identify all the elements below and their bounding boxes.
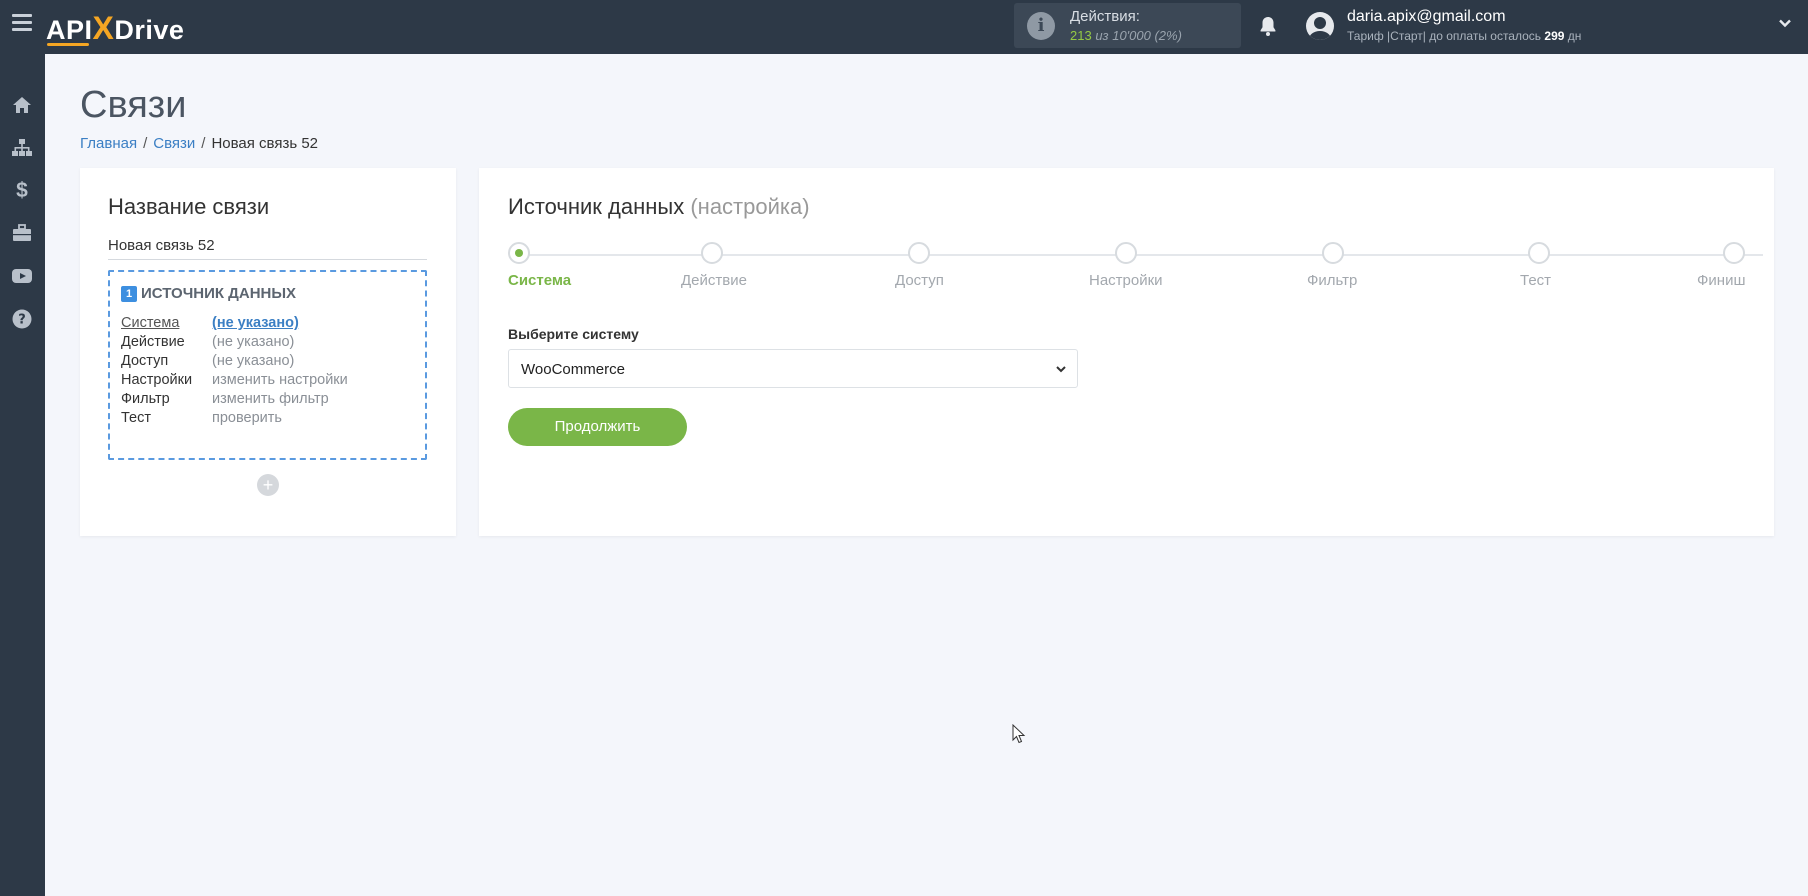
source-row-action: Действие (не указано): [121, 334, 294, 350]
step-dot-access[interactable]: [908, 242, 930, 264]
logo-drive: Drive: [114, 15, 185, 45]
actions-count: 213 из 10'000 (2%): [1070, 28, 1182, 43]
logo-x: X: [92, 10, 115, 46]
row-label: Тест: [121, 410, 151, 426]
step-label-test[interactable]: Тест: [1520, 272, 1551, 289]
setup-title-main: Источник данных: [508, 194, 685, 219]
step-dot-settings[interactable]: [1115, 242, 1137, 264]
breadcrumb: Главная / Связи / Новая связь 52: [80, 135, 319, 152]
apix-drive-logo[interactable]: APIXDrive: [46, 10, 184, 47]
actions-of: из 10'000 (2%): [1095, 28, 1182, 43]
row-label: Система: [121, 315, 180, 331]
setup-title-sub: (настройка): [690, 194, 810, 219]
step-label-system[interactable]: Система: [508, 272, 571, 289]
actions-used: 213: [1070, 28, 1092, 43]
page-title: Связи: [80, 84, 187, 126]
svg-text:?: ?: [18, 313, 26, 328]
breadcrumb-current: Новая связь 52: [211, 135, 319, 152]
system-select-value: WooCommerce: [521, 361, 625, 378]
row-value: изменить настройки: [212, 372, 348, 388]
step-dot-filter[interactable]: [1322, 242, 1344, 264]
source-row-test: Тест проверить: [121, 410, 282, 426]
mouse-cursor-icon: [1012, 724, 1026, 744]
actions-counter[interactable]: i Действия: 213 из 10'000 (2%): [1014, 3, 1241, 48]
actions-title: Действия:: [1070, 8, 1140, 25]
step-dot-finish[interactable]: [1723, 242, 1745, 264]
chevron-down-icon[interactable]: [1778, 16, 1792, 30]
question-icon[interactable]: ?: [11, 308, 33, 330]
menu-icon[interactable]: [12, 14, 32, 36]
user-plan-suffix: дн: [1567, 29, 1582, 43]
row-label: Фильтр: [121, 391, 170, 407]
user-plan-prefix: Тариф |Старт| до оплаты осталось: [1347, 29, 1542, 43]
step-label-finish[interactable]: Финиш: [1697, 272, 1745, 289]
briefcase-icon[interactable]: [11, 222, 33, 244]
source-number-badge: 1: [121, 286, 137, 302]
add-step-button[interactable]: +: [257, 474, 279, 496]
top-bar: APIXDrive i Действия: 213 из 10'000 (2%)…: [0, 0, 1808, 54]
step-label-action[interactable]: Действие: [681, 272, 747, 289]
row-value[interactable]: (не указано): [212, 315, 299, 331]
select-system-label: Выберите систему: [508, 326, 639, 342]
connection-name-input[interactable]: [108, 232, 427, 260]
row-value: изменить фильтр: [212, 391, 329, 407]
breadcrumb-connections[interactable]: Связи: [153, 135, 195, 152]
youtube-icon[interactable]: [11, 265, 33, 287]
connection-title: Название связи: [108, 194, 270, 219]
row-label: Действие: [121, 334, 185, 350]
row-value: проверить: [212, 410, 282, 426]
source-row-filter: Фильтр изменить фильтр: [121, 391, 329, 407]
home-icon[interactable]: [11, 94, 33, 116]
info-icon: i: [1027, 12, 1055, 40]
setup-title: Источник данных (настройка): [508, 194, 810, 220]
row-label: Доступ: [121, 353, 169, 369]
row-value: (не указано): [212, 353, 295, 369]
step-label-settings[interactable]: Настройки: [1089, 272, 1163, 289]
sitemap-icon[interactable]: [11, 137, 33, 159]
row-value: (не указано): [212, 334, 295, 350]
source-row-settings: Настройки изменить настройки: [121, 372, 348, 388]
data-source-block[interactable]: 1 ИСТОЧНИК ДАННЫХ Система (не указано) Де…: [108, 270, 427, 460]
dollar-icon[interactable]: $: [11, 180, 33, 202]
user-plan: Тариф |Старт| до оплаты осталось 299 дн: [1347, 29, 1581, 43]
step-label-access[interactable]: Доступ: [895, 272, 944, 289]
user-plan-days: 299: [1544, 29, 1565, 43]
chevron-down-icon: [1056, 366, 1066, 373]
setup-card: Источник данных (настройка) Система Дейс…: [479, 168, 1774, 536]
system-select[interactable]: WooCommerce: [508, 349, 1078, 388]
step-dot-test[interactable]: [1528, 242, 1550, 264]
logo-api: API: [46, 15, 93, 45]
connection-card: Название связи 1ИСТОЧНИК ДАННЫХ Система …: [80, 168, 456, 536]
bell-icon[interactable]: [1256, 14, 1280, 38]
source-title: ИСТОЧНИК ДАННЫХ: [141, 285, 297, 302]
user-avatar-icon[interactable]: [1306, 12, 1334, 40]
step-dot-action[interactable]: [701, 242, 723, 264]
user-email[interactable]: daria.apix@gmail.com: [1347, 8, 1506, 26]
step-dot-system[interactable]: [508, 242, 530, 264]
data-source-header: 1 ИСТОЧНИК ДАННЫХ: [121, 285, 296, 302]
sidebar: $ ?: [0, 54, 45, 896]
breadcrumb-home[interactable]: Главная: [80, 135, 137, 152]
step-label-filter[interactable]: Фильтр: [1307, 272, 1357, 289]
logo-underline: [47, 43, 89, 46]
continue-button[interactable]: Продолжить: [508, 408, 687, 446]
source-row-system[interactable]: Система (не указано): [121, 315, 299, 331]
source-row-access: Доступ (не указано): [121, 353, 294, 369]
row-label: Настройки: [121, 372, 193, 388]
